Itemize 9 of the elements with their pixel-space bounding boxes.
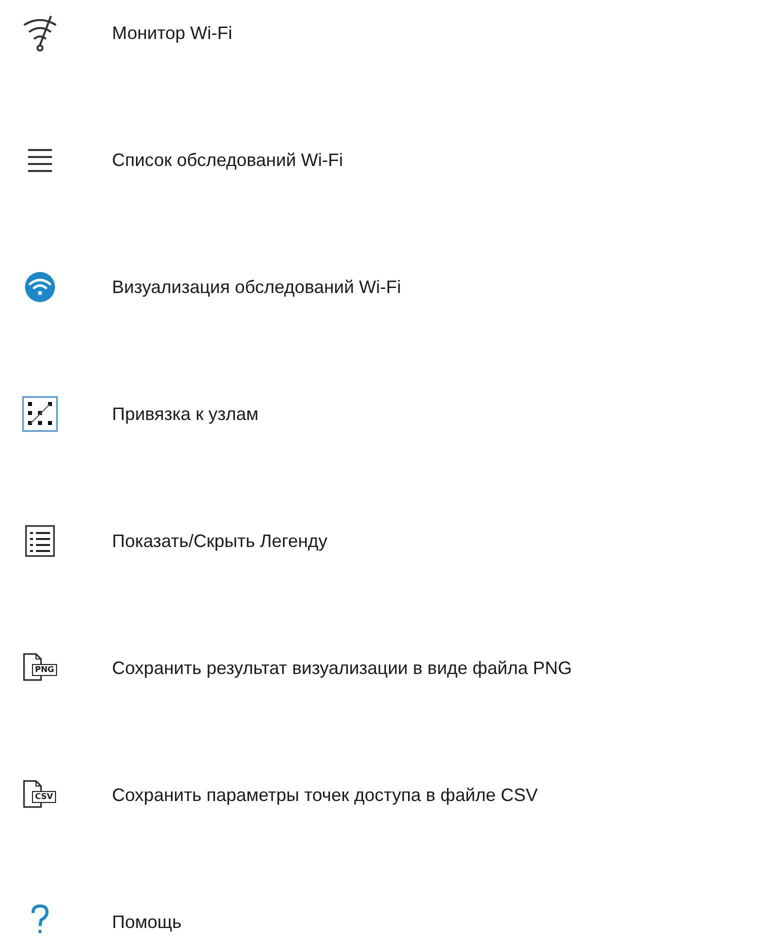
menu-item-label[interactable]: Показать/Скрыть Легенду [112,530,328,552]
menu-item-label[interactable]: Список обследований Wi-Fi [112,150,344,170]
menu-item-label[interactable]: Сохранить параметры точек доступа в файле CSV [112,784,538,806]
menu-item-label[interactable]: Помощь [112,912,182,932]
menu-item-label[interactable]: Монитор Wi-Fi [112,22,232,44]
menu-item-label[interactable]: Сохранить результат визуализации в виде файла PNG [112,658,572,678]
menu-item-label[interactable]: Привязка к узлам [112,404,258,424]
menu-item-label[interactable]: Визуализация обследований Wi-Fi [112,276,402,298]
grid-snap-icon[interactable] [20,394,60,434]
